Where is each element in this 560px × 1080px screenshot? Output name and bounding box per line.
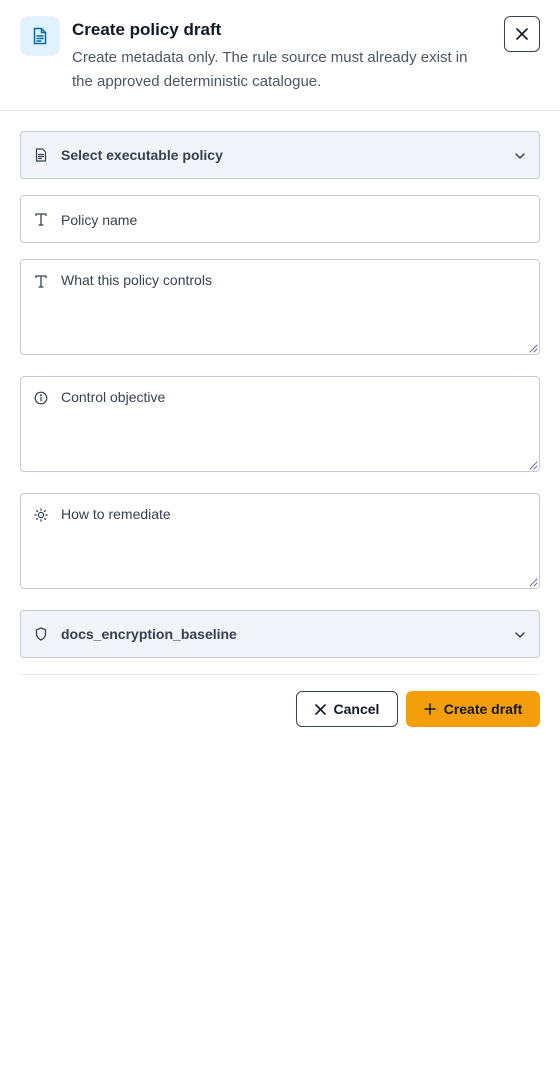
description-textarea[interactable]: What this policy controls <box>20 259 540 355</box>
create-draft-button[interactable]: Create draft <box>406 691 540 727</box>
footer-divider <box>20 674 540 675</box>
create-draft-button-label: Create draft <box>443 701 523 717</box>
chevron-down-icon <box>515 153 525 159</box>
document-icon <box>20 16 60 56</box>
document-icon <box>34 148 48 162</box>
policy-name-placeholder: Policy name <box>61 212 138 228</box>
objective-textarea[interactable]: Control objective <box>20 376 540 472</box>
description-placeholder: What this policy controls <box>61 272 212 288</box>
text-icon <box>34 274 48 288</box>
plus-icon <box>423 703 436 715</box>
rule-select[interactable]: docs_encryption_baseline <box>20 610 540 658</box>
chevron-down-icon <box>515 632 525 638</box>
dialog-header: Create policy draft Create metadata only… <box>0 0 560 111</box>
sun-icon <box>34 508 48 522</box>
resize-handle-icon[interactable] <box>529 578 538 587</box>
rule-select-value: docs_encryption_baseline <box>61 626 237 642</box>
close-icon <box>314 703 326 715</box>
info-icon <box>34 391 48 405</box>
cancel-button[interactable]: Cancel <box>296 691 398 727</box>
policy-select-label: Select executable policy <box>61 147 223 163</box>
policy-select[interactable]: Select executable policy <box>20 131 540 179</box>
remediation-textarea[interactable]: How to remediate <box>20 493 540 589</box>
close-icon <box>516 28 528 40</box>
resize-handle-icon[interactable] <box>529 461 538 470</box>
dialog-subtitle: Create metadata only. The rule source mu… <box>72 49 468 90</box>
shield-icon <box>34 627 48 641</box>
objective-placeholder: Control objective <box>61 389 166 405</box>
resize-handle-icon[interactable] <box>529 344 538 353</box>
policy-name-input[interactable]: Policy name <box>20 195 540 243</box>
close-button[interactable] <box>504 16 540 52</box>
text-icon <box>34 212 48 226</box>
dialog-title: Create policy draft <box>72 20 222 39</box>
remediation-placeholder: How to remediate <box>61 506 171 522</box>
cancel-button-label: Cancel <box>333 701 380 717</box>
